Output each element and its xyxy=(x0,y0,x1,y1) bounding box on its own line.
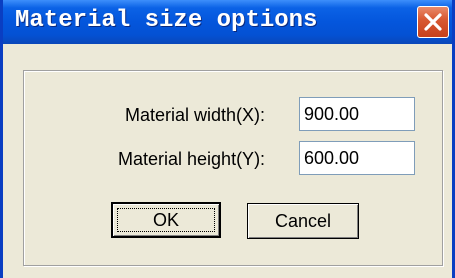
dialog-title: Material size options xyxy=(15,7,318,34)
cancel-button[interactable]: Cancel xyxy=(247,203,359,239)
ok-button-label: OK xyxy=(152,209,179,230)
material-height-label: Material height(Y): xyxy=(118,149,266,169)
close-button[interactable] xyxy=(417,6,449,38)
title-bar[interactable]: Material size options xyxy=(3,0,452,44)
dialog-body: Material width(X): Material height(Y): O… xyxy=(3,44,452,278)
material-width-label: Material width(X): xyxy=(125,105,266,125)
material-size-dialog: Material size options Material width(X):… xyxy=(0,0,455,278)
ok-button[interactable]: OK xyxy=(111,202,221,238)
material-height-input[interactable] xyxy=(299,141,415,175)
close-icon xyxy=(424,13,442,31)
cancel-button-label: Cancel xyxy=(274,210,332,231)
material-width-input[interactable] xyxy=(299,97,415,131)
